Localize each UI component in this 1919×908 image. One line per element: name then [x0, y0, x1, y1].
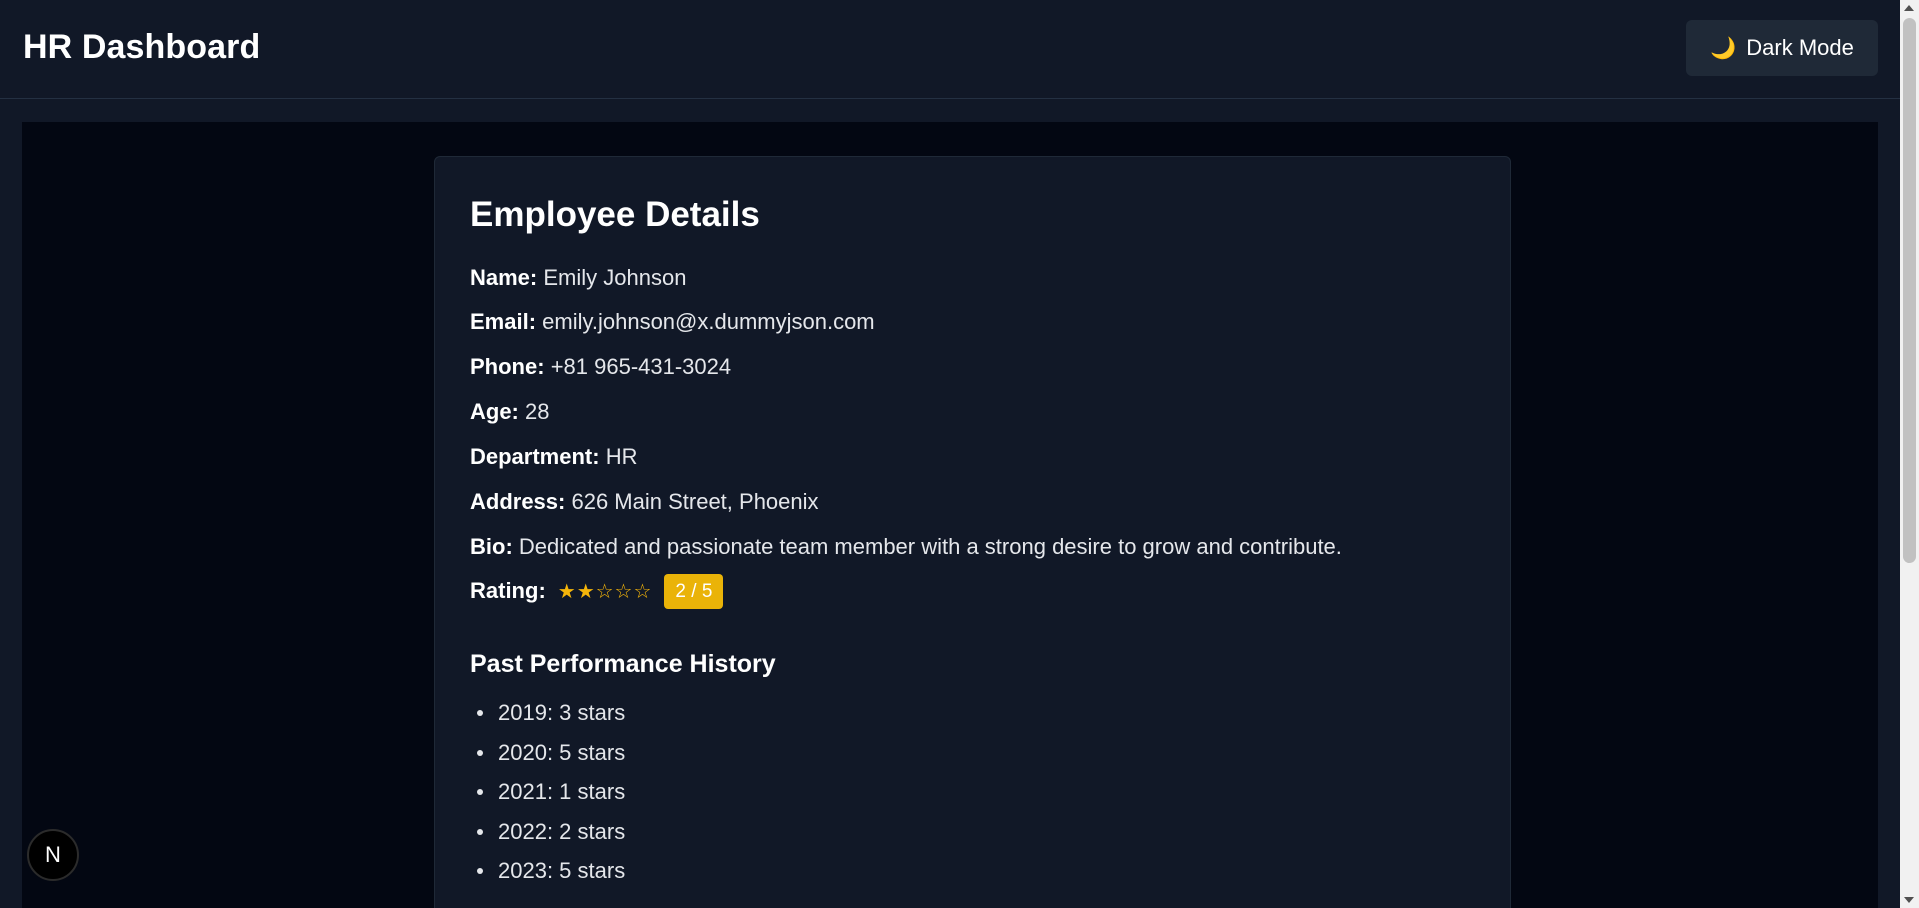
field-value: +81 965-431-3024 — [550, 354, 732, 379]
field-value: 626 Main Street, Phoenix — [571, 489, 819, 514]
field-label: Bio: — [470, 534, 513, 559]
top-header: HR Dashboard 🌙 Dark Mode — [0, 0, 1900, 99]
page: HR Dashboard 🌙 Dark Mode Employee Detail… — [0, 0, 1919, 908]
scrollbar-thumb[interactable] — [1903, 18, 1916, 563]
field-name: Name: Emily Johnson — [470, 265, 686, 291]
field-phone: Phone: +81 965-431-3024 — [470, 354, 731, 380]
field-department: Department: HR — [470, 444, 637, 470]
star-rating-icon: ★★☆☆☆ — [557, 580, 653, 603]
field-label: Address: — [470, 489, 566, 514]
field-label: Department: — [470, 444, 600, 469]
dark-mode-toggle-button[interactable]: 🌙 Dark Mode — [1686, 20, 1878, 76]
moon-icon: 🌙 — [1710, 36, 1737, 60]
list-item: 2021: 1 stars — [470, 772, 625, 812]
rating-row: Rating: ★★☆☆☆ 2 / 5 — [470, 572, 724, 610]
field-value: HR — [605, 444, 638, 469]
app-title: HR Dashboard — [23, 28, 261, 66]
field-label: Email: — [470, 309, 537, 334]
field-label: Phone: — [470, 354, 545, 379]
field-value: Dedicated and passionate team member wit… — [518, 534, 1342, 559]
rating-badge: 2 / 5 — [664, 573, 724, 609]
field-value: 28 — [525, 399, 550, 424]
performance-history-title: Past Performance History — [470, 650, 776, 678]
vertical-scrollbar[interactable] — [1900, 0, 1919, 908]
list-item: 2023: 5 stars — [470, 851, 625, 891]
scroll-up-icon[interactable] — [1904, 5, 1914, 11]
scroll-down-icon[interactable] — [1904, 897, 1914, 903]
field-email: Email: emily.johnson@x.dummyjson.com — [470, 309, 875, 335]
employee-details-card: Employee Details Name: Emily Johnson Ema… — [434, 156, 1511, 908]
card-title: Employee Details — [470, 195, 760, 234]
field-age: Age: 28 — [470, 399, 550, 425]
field-value: emily.johnson@x.dummyjson.com — [542, 309, 875, 334]
nextjs-dev-indicator-button[interactable]: N — [27, 829, 79, 881]
performance-history-list: 2019: 3 stars 2020: 5 stars 2021: 1 star… — [470, 693, 625, 891]
field-bio: Bio: Dedicated and passionate team membe… — [470, 534, 1342, 560]
field-label: Name: — [470, 265, 538, 290]
list-item: 2019: 3 stars — [470, 693, 625, 733]
dark-mode-label: Dark Mode — [1746, 35, 1854, 60]
list-item: 2020: 5 stars — [470, 733, 625, 773]
rating-label: Rating: — [470, 578, 546, 603]
field-address: Address: 626 Main Street, Phoenix — [470, 489, 819, 515]
field-label: Age: — [470, 399, 519, 424]
list-item: 2022: 2 stars — [470, 812, 625, 852]
field-value: Emily Johnson — [543, 265, 687, 290]
main-content: Employee Details Name: Emily Johnson Ema… — [22, 122, 1878, 908]
